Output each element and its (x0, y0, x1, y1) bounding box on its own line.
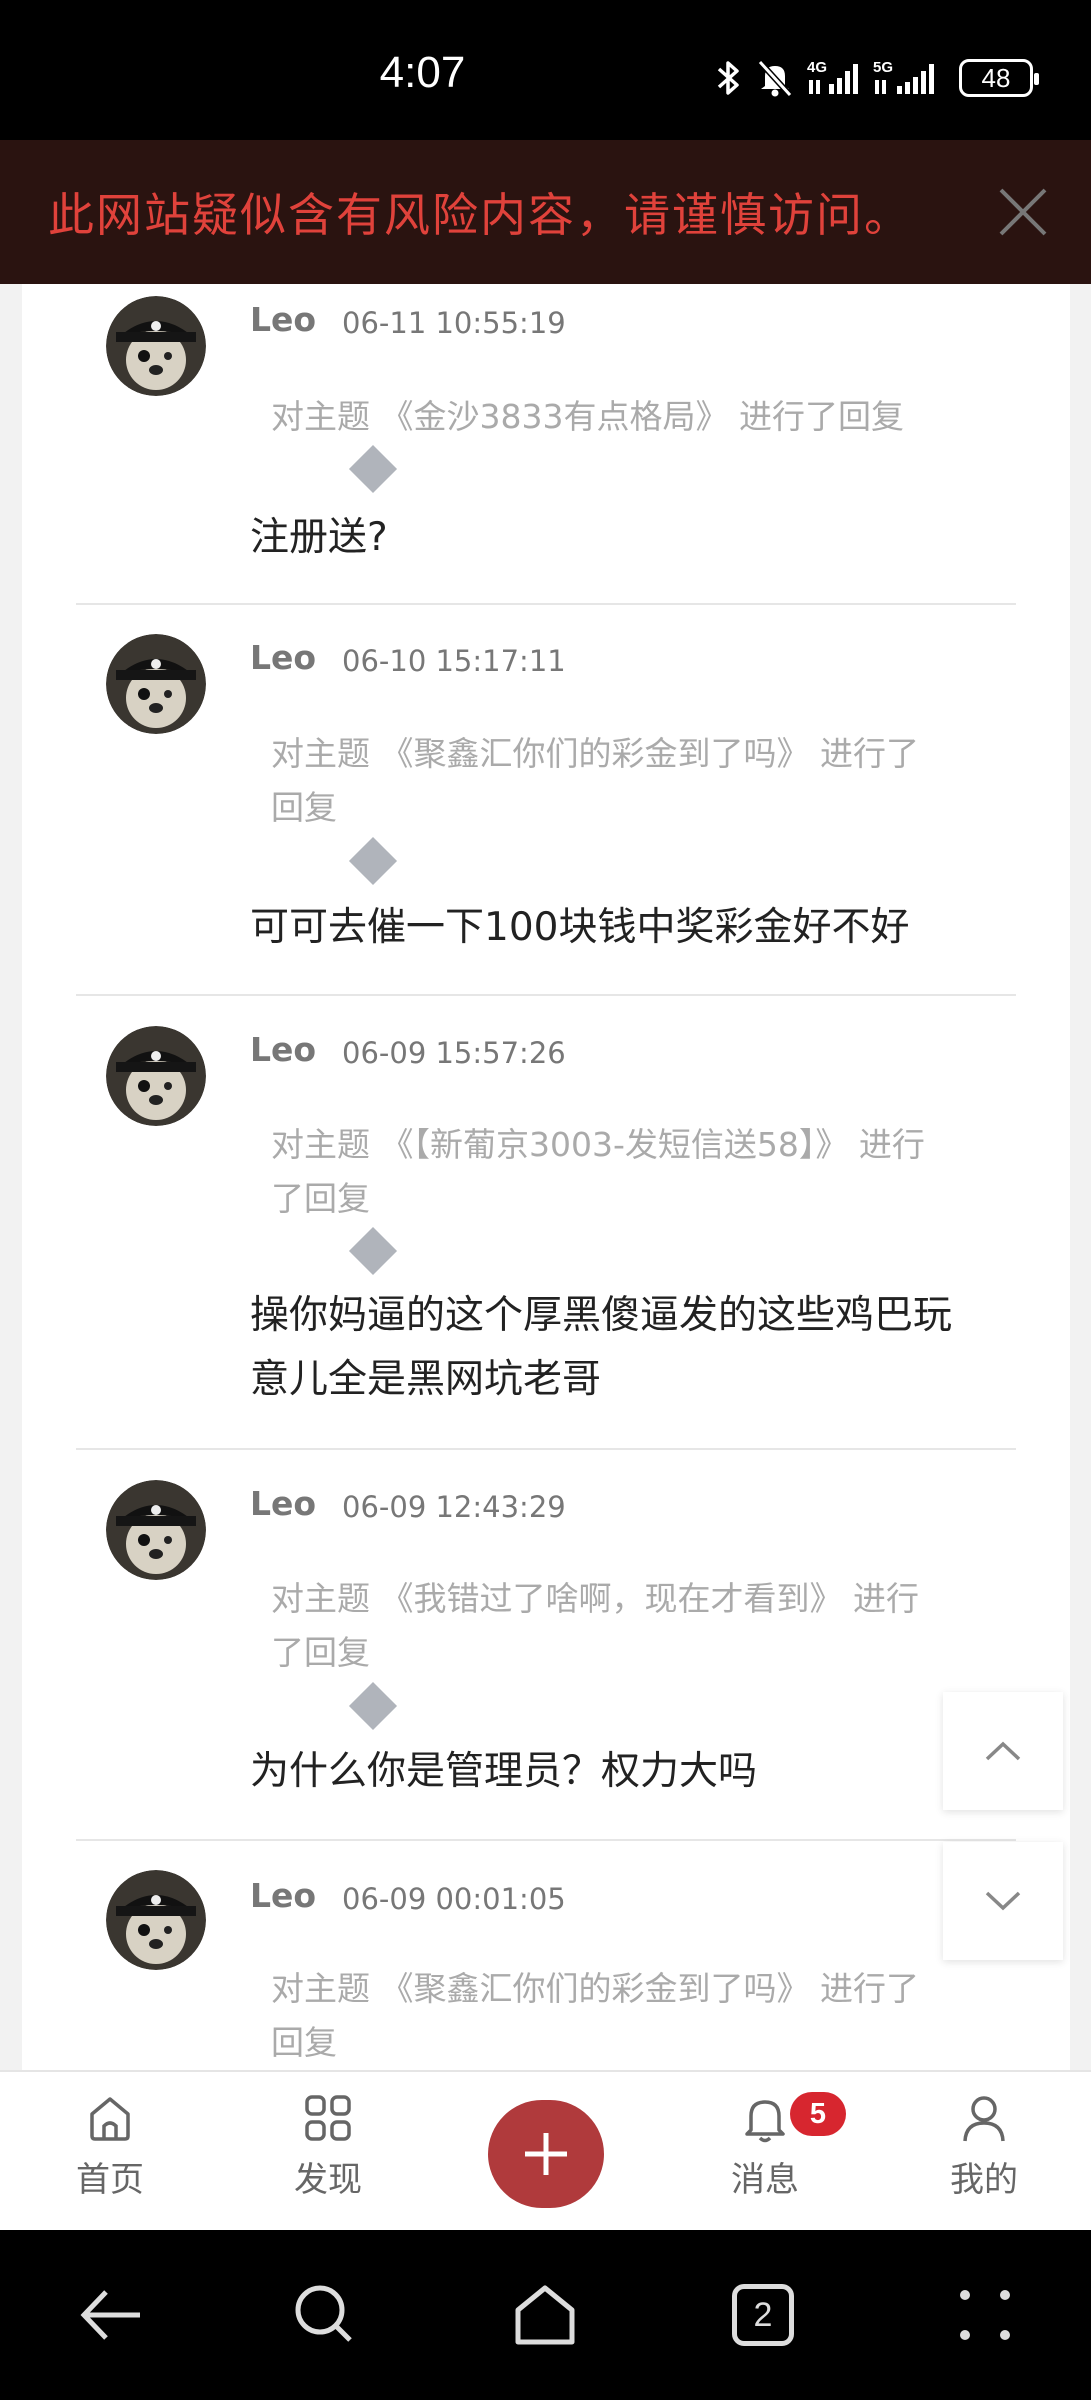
search-icon[interactable] (290, 2280, 360, 2350)
diamond-icon (348, 1681, 398, 1731)
risk-warning-banner: 此网站疑似含有风险内容，请谨慎访问。 (0, 140, 1091, 284)
diamond-icon (348, 1226, 398, 1276)
grid-icon (305, 2095, 351, 2141)
scroll-down-button[interactable] (943, 1842, 1063, 1960)
tab-discover-label: 发现 (294, 2160, 362, 2200)
avatar[interactable] (106, 1870, 206, 1970)
username[interactable]: Leo (250, 1876, 316, 1915)
topic-text[interactable]: 对主题 《聚鑫汇你们的彩金到了吗》 进行了回复 (271, 1962, 951, 2070)
svg-text:4G: 4G (807, 59, 827, 76)
back-icon[interactable] (76, 2280, 146, 2350)
avatar[interactable] (106, 1026, 206, 1126)
mute-icon (757, 59, 793, 98)
bell-icon (745, 2100, 785, 2143)
topic-text[interactable]: 对主题 《聚鑫汇你们的彩金到了吗》 进行了回复 (271, 727, 951, 835)
username[interactable]: Leo (250, 1030, 316, 1069)
warning-text: 此网站疑似含有风险内容，请谨慎访问。 (48, 188, 912, 242)
tab-home[interactable]: 首页 (40, 2072, 180, 2232)
tab-home-label: 首页 (76, 2160, 144, 2200)
more-icon[interactable] (950, 2280, 1020, 2350)
home-icon (90, 2097, 130, 2141)
avatar[interactable] (106, 1480, 206, 1580)
bottom-tab-bar: 首页 发现 消息 5 我的 (0, 2070, 1091, 2230)
tab-messages-label: 消息 (731, 2160, 799, 2200)
timestamp: 06-10 15:17:11 (342, 644, 566, 678)
tab-profile[interactable]: 我的 (914, 2072, 1054, 2232)
divider (76, 994, 1016, 996)
user-icon (963, 2096, 1005, 2142)
username[interactable]: Leo (250, 638, 316, 677)
status-icons: 4G 5G 48 (715, 58, 1039, 98)
topic-text[interactable]: 对主题 《我错过了啥啊，现在才看到》 进行了回复 (271, 1572, 951, 1680)
timestamp: 06-11 10:55:19 (342, 306, 566, 340)
chevron-up-icon (985, 1741, 1021, 1761)
create-post-button[interactable] (488, 2100, 604, 2208)
topic-text[interactable]: 对主题 《【新葡京3003-发短信送58】》 进行了回复 (271, 1118, 951, 1226)
unread-badge: 5 (790, 2092, 846, 2136)
timestamp: 06-09 00:01:05 (342, 1882, 566, 1916)
timestamp: 06-09 12:43:29 (342, 1490, 566, 1524)
diamond-icon (348, 444, 398, 494)
divider (76, 1448, 1016, 1450)
signal-4g-icon: 4G (807, 59, 858, 94)
avatar[interactable] (106, 634, 206, 734)
divider (76, 603, 1016, 605)
tabs-switcher-icon[interactable]: 2 (732, 2284, 794, 2346)
reply-text: 注册送? (250, 515, 388, 560)
reply-text: 为什么你是管理员？权力大吗 (250, 1749, 758, 1794)
status-bar: 4:07 4G 5G 48 (0, 0, 1091, 140)
system-nav-bar: 2 (0, 2230, 1091, 2400)
plus-icon (525, 2133, 567, 2175)
battery-icon: 48 (959, 59, 1039, 97)
bluetooth-icon (717, 61, 739, 95)
topic-text[interactable]: 对主题 《金沙3833有点格局》 进行了回复 (271, 390, 951, 444)
signal-5g-icon: 5G (873, 59, 934, 94)
tab-profile-label: 我的 (950, 2160, 1018, 2200)
diamond-icon (348, 836, 398, 886)
timestamp: 06-09 15:57:26 (342, 1036, 566, 1070)
chevron-down-icon (985, 1891, 1021, 1911)
scroll-up-button[interactable] (943, 1692, 1063, 1810)
divider (76, 1839, 1016, 1841)
reply-text: 可可去催一下100块钱中奖彩金好不好 (250, 905, 910, 950)
home-nav-icon[interactable] (510, 2280, 580, 2350)
svg-text:5G: 5G (873, 59, 893, 76)
reply-text: 操你妈逼的这个厚黑傻逼发的这些鸡巴玩意儿全是黑网坑老哥 (250, 1293, 953, 1402)
reply-list: Leo 06-11 10:55:19 对主题 《金沙3833有点格局》 进行了回… (22, 284, 1070, 2070)
close-icon[interactable] (995, 184, 1051, 240)
username[interactable]: Leo (250, 300, 316, 339)
username[interactable]: Leo (250, 1484, 316, 1523)
tab-discover[interactable]: 发现 (258, 2072, 398, 2232)
avatar[interactable] (106, 296, 206, 396)
